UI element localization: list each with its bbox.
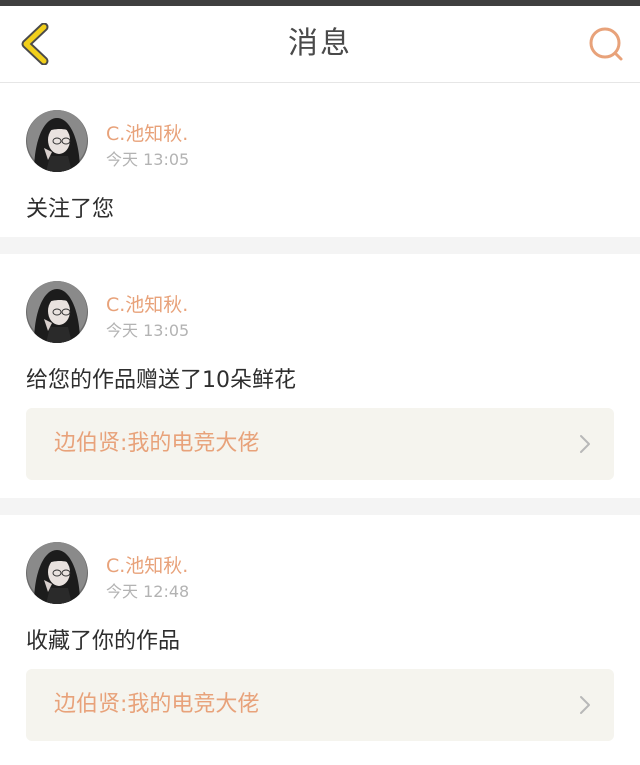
list-item: C.池知秋. 今天 13:05 关注了您 bbox=[0, 83, 640, 237]
avatar[interactable] bbox=[26, 281, 88, 343]
nav-bar: 消息 bbox=[0, 6, 640, 83]
page-title: 消息 bbox=[288, 26, 352, 61]
avatar[interactable] bbox=[26, 542, 88, 604]
timestamp: 今天 13:05 bbox=[106, 321, 190, 340]
work-link[interactable]: 边伯贤:我的电竞大佬 bbox=[26, 669, 614, 741]
search-icon bbox=[589, 27, 623, 61]
timestamp: 今天 12:48 bbox=[106, 582, 190, 601]
list-item: C.池知秋. 今天 12:48 收藏了你的作品 边伯贤:我的电竞大佬 bbox=[0, 515, 640, 765]
work-title: 边伯贤:我的电竞大佬 bbox=[54, 431, 260, 456]
username[interactable]: C.池知秋. bbox=[106, 551, 188, 578]
notification-text: 关注了您 bbox=[26, 197, 115, 222]
search-button[interactable] bbox=[584, 22, 628, 66]
work-title: 边伯贤:我的电竞大佬 bbox=[54, 692, 260, 717]
chevron-right-icon bbox=[580, 696, 590, 714]
list-item: C.池知秋. 今天 13:05 给您的作品赠送了10朵鲜花 边伯贤:我的电竞大佬 bbox=[0, 254, 640, 498]
chevron-right-icon bbox=[580, 435, 590, 453]
notification-text: 收藏了你的作品 bbox=[26, 629, 181, 654]
timestamp: 今天 13:05 bbox=[106, 150, 190, 169]
avatar[interactable] bbox=[26, 110, 88, 172]
username[interactable]: C.池知秋. bbox=[106, 119, 188, 146]
notification-text: 给您的作品赠送了10朵鲜花 bbox=[26, 368, 296, 393]
username[interactable]: C.池知秋. bbox=[106, 290, 188, 317]
work-link[interactable]: 边伯贤:我的电竞大佬 bbox=[26, 408, 614, 480]
